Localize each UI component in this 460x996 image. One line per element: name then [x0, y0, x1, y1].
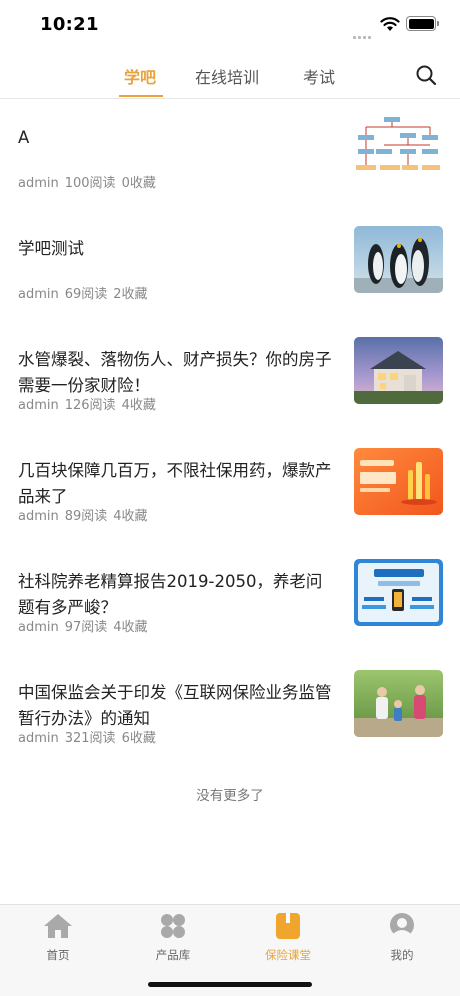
nav-home[interactable]: 首页 — [18, 911, 98, 963]
article-title: 社科院养老精算报告2019-2050，养老问题有多严峻？ — [18, 572, 323, 617]
article-favorites: 4收藏 — [121, 398, 156, 413]
article-title: 学吧测试 — [18, 239, 84, 258]
book-icon — [276, 913, 300, 939]
article-reads: 97阅读 — [64, 620, 108, 635]
article-meta: admin 69阅读 2收藏 — [18, 283, 154, 302]
status-bar: 10:21 — [0, 0, 460, 50]
no-more-text: 没有更多了 — [196, 788, 264, 804]
nav-products[interactable]: 产品库 — [133, 911, 213, 963]
search-icon[interactable] — [414, 63, 438, 87]
user-icon — [390, 913, 414, 937]
article-list: A admin 100阅读 0收藏 学吧测试 admin 69阅读 2收藏 水管… — [0, 100, 460, 766]
article-title: 几百块保障几百万，不限社保用药，爆款产品来了 — [18, 461, 332, 506]
article-meta: admin 321阅读 6收藏 — [18, 727, 162, 746]
article-title: 中国保监会关于印发《互联网保险业务监管暂行办法》的通知 — [18, 683, 332, 728]
article-meta: admin 89阅读 4收藏 — [18, 505, 154, 524]
article-author: admin — [18, 287, 59, 302]
article-thumbnail — [354, 559, 443, 626]
article-reads: 69阅读 — [64, 287, 108, 302]
article-author: admin — [18, 620, 59, 635]
nav-mine[interactable]: 我的 — [362, 911, 442, 963]
article-thumbnail — [354, 448, 443, 515]
nav-label: 保险课堂 — [265, 948, 311, 962]
article-author: admin — [18, 509, 59, 524]
article-reads: 321阅读 — [64, 731, 116, 746]
nav-label: 首页 — [46, 948, 70, 962]
article-thumbnail — [354, 670, 443, 737]
article-reads: 126阅读 — [64, 398, 116, 413]
article-item[interactable]: 几百块保障几百万，不限社保用药，爆款产品来了 admin 89阅读 4收藏 — [0, 433, 460, 544]
article-item[interactable]: 学吧测试 admin 69阅读 2收藏 — [0, 211, 460, 322]
signal-icon — [353, 24, 375, 39]
home-indicator — [148, 982, 312, 987]
article-title: 水管爆裂、落物伤人、财产损失？你的房子需要一份家财险！ — [18, 350, 332, 395]
active-tab-indicator — [119, 95, 163, 97]
article-item[interactable]: 中国保监会关于印发《互联网保险业务监管暂行办法》的通知 admin 321阅读 6收… — [0, 655, 460, 766]
tab-xueba[interactable]: 学吧 — [124, 64, 156, 88]
article-thumbnail — [354, 226, 443, 293]
article-item[interactable]: 社科院养老精算报告2019-2050，养老问题有多严峻？ admin 97阅读 4收… — [0, 544, 460, 655]
home-icon — [44, 914, 72, 938]
article-favorites: 4收藏 — [113, 509, 148, 524]
bottom-nav: 首页 产品库 保险课堂 我的 — [0, 904, 460, 996]
nav-insurance-class[interactable]: 保险课堂 — [248, 911, 328, 963]
article-favorites: 4收藏 — [113, 620, 148, 635]
article-author: admin — [18, 398, 59, 413]
article-author: admin — [18, 176, 59, 191]
article-item[interactable]: A admin 100阅读 0收藏 — [0, 100, 460, 211]
status-time: 10:21 — [40, 14, 99, 35]
article-reads: 89阅读 — [64, 509, 108, 524]
grid-icon — [161, 914, 185, 938]
article-author: admin — [18, 731, 59, 746]
tab-exam[interactable]: 考试 — [303, 64, 335, 88]
tab-header: 学吧 在线培训 考试 — [0, 50, 460, 99]
article-thumbnail — [354, 337, 443, 404]
article-reads: 100阅读 — [64, 176, 116, 191]
article-favorites: 0收藏 — [121, 176, 156, 191]
article-thumbnail — [354, 115, 443, 182]
battery-icon — [406, 16, 439, 31]
article-favorites: 2收藏 — [113, 287, 148, 302]
article-meta: admin 100阅读 0收藏 — [18, 172, 162, 191]
article-item[interactable]: 水管爆裂、落物伤人、财产损失？你的房子需要一份家财险！ admin 126阅读 4收… — [0, 322, 460, 433]
article-favorites: 6收藏 — [121, 731, 156, 746]
nav-label: 我的 — [390, 948, 414, 962]
article-meta: admin 126阅读 4收藏 — [18, 394, 162, 413]
wifi-icon — [380, 17, 400, 31]
tab-online-training[interactable]: 在线培训 — [195, 64, 259, 88]
article-title: A — [18, 128, 30, 147]
nav-label: 产品库 — [155, 948, 191, 962]
article-meta: admin 97阅读 4收藏 — [18, 616, 154, 635]
